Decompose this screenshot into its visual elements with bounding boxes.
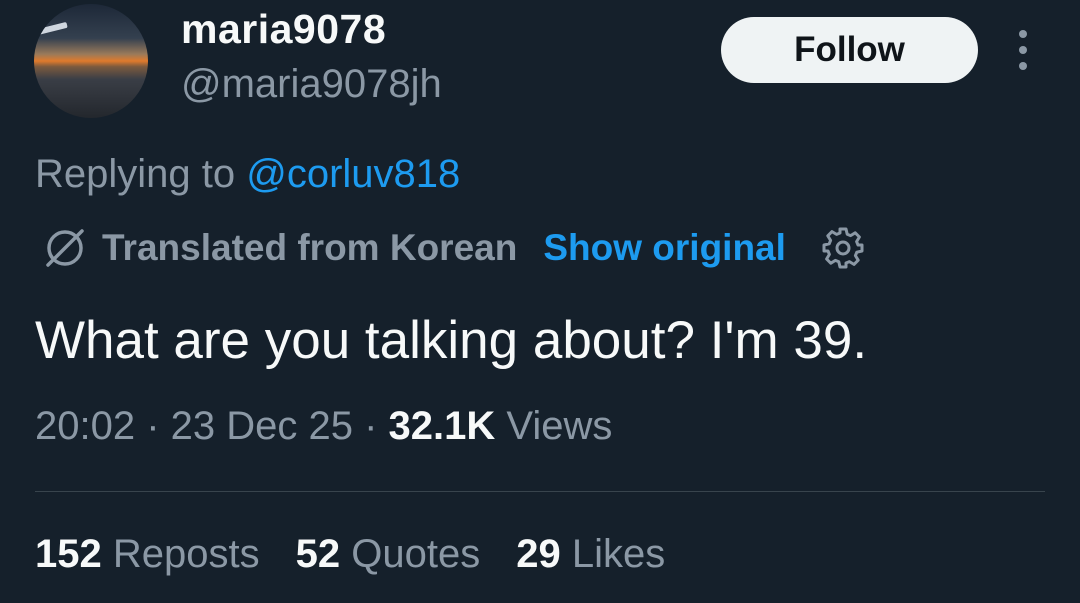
likes-count: 29: [516, 532, 561, 576]
replying-to: Replying to @corluv818: [35, 152, 460, 197]
tweet-time[interactable]: 20:02: [35, 404, 135, 448]
quotes-count: 52: [295, 532, 341, 576]
follow-button[interactable]: Follow: [721, 17, 978, 83]
likes-label: Likes: [571, 532, 666, 576]
meta-separator: ·: [353, 404, 389, 448]
reply-mention-link[interactable]: @corluv818: [246, 152, 460, 196]
views-count: 32.1K: [388, 404, 496, 448]
gear-icon[interactable]: [820, 225, 866, 271]
translate-icon: [46, 229, 84, 267]
more-dot: [1019, 62, 1027, 70]
tweet-text: What are you talking about? I'm 39.: [35, 311, 868, 370]
engagement-stats: 152 Reposts 52 Quotes 29 Likes: [35, 532, 665, 577]
tweet-date[interactable]: 23 Dec 25: [171, 404, 353, 448]
translated-from-label: Translated from Korean: [102, 227, 518, 268]
avatar[interactable]: [34, 4, 148, 118]
more-dot: [1019, 30, 1027, 38]
views-label: Views: [506, 404, 613, 448]
show-original-link[interactable]: Show original: [543, 227, 786, 269]
author-display-name[interactable]: maria9078: [181, 6, 386, 53]
tweet-meta: 20:02 · 23 Dec 25 · 32.1K Views: [35, 404, 612, 449]
more-options-icon[interactable]: [1012, 30, 1034, 70]
reposts-label: Reposts: [112, 532, 260, 576]
meta-separator: ·: [135, 404, 171, 448]
author-handle[interactable]: @maria9078jh: [181, 62, 442, 107]
divider: [35, 491, 1045, 492]
avatar-image-wing: [34, 21, 68, 36]
likes-stat[interactable]: 29 Likes: [516, 532, 665, 577]
reposts-count: 152: [35, 532, 102, 576]
more-dot: [1019, 46, 1027, 54]
reposts-stat[interactable]: 152 Reposts: [35, 532, 260, 577]
quotes-stat[interactable]: 52 Quotes: [296, 532, 481, 577]
replying-to-label: Replying to: [35, 152, 236, 196]
translation-bar: Translated from Korean Show original: [42, 225, 866, 271]
quotes-label: Quotes: [351, 532, 481, 576]
